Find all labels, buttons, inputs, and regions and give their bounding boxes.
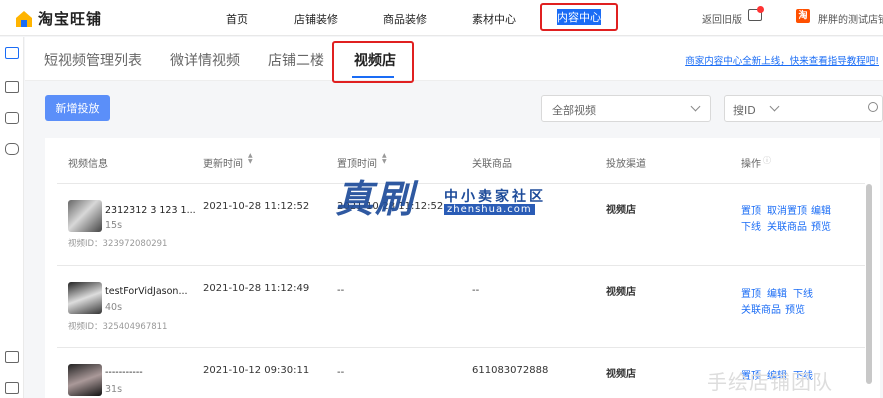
video-icon[interactable]: [5, 143, 19, 155]
video-thumbnail[interactable]: [68, 364, 102, 396]
preview-action[interactable]: 预览: [785, 301, 805, 316]
video-filter-select[interactable]: 全部视频: [541, 95, 711, 122]
grid-icon[interactable]: [5, 112, 19, 124]
tab-short-video-list[interactable]: 短视频管理列表: [44, 50, 142, 70]
video-duration: 15s: [105, 220, 123, 231]
logo[interactable]: 淘宝旺铺: [14, 8, 102, 29]
back-old-version-link[interactable]: 返回旧版: [702, 11, 742, 26]
watermark-sub: 中小卖家社区: [444, 189, 546, 205]
video-thumbnail[interactable]: [68, 200, 102, 232]
header-actions: 操作: [741, 159, 761, 170]
channel: 视频店: [606, 205, 636, 216]
chevron-down-icon: [769, 101, 780, 112]
pin-action[interactable]: 置顶: [741, 285, 761, 300]
search-icon[interactable]: [868, 102, 878, 112]
preview-action[interactable]: 预览: [811, 218, 831, 233]
active-tab-underline: [352, 76, 394, 78]
header-product: 关联商品: [472, 159, 512, 170]
video-duration: 40s: [105, 302, 123, 313]
search-type-select[interactable]: 搜ID: [733, 102, 756, 118]
tab-shop-second-floor[interactable]: 店铺二楼: [268, 50, 324, 70]
content-tabs: 短视频管理列表 微详情视频 店铺二楼 视频店 商家内容中心全新上线，快来查看指导…: [25, 37, 883, 83]
offline-action[interactable]: 下线: [793, 285, 813, 300]
update-time: 2021-10-28 11:12:52: [203, 201, 310, 212]
tab-micro-detail-video[interactable]: 微详情视频: [170, 50, 240, 70]
video-filter-value: 全部视频: [552, 104, 596, 117]
top-navbar: 淘宝旺铺 首页 店铺装修 商品装修 素材中心 内容中心 返回旧版 淘 胖胖的测试…: [0, 0, 883, 36]
channel: 视频店: [606, 287, 636, 298]
nav-material-center[interactable]: 素材中心: [472, 11, 516, 27]
taobao-icon: 淘: [796, 9, 810, 23]
nav-product-decoration[interactable]: 商品装修: [383, 11, 427, 27]
search-box: 搜ID: [724, 95, 883, 122]
house-logo-icon: [14, 9, 34, 29]
new-placement-button[interactable]: 新增投放: [45, 95, 110, 121]
table-scrollbar[interactable]: [866, 184, 872, 384]
edit-action[interactable]: 编辑: [767, 285, 787, 300]
product: 611083072888: [472, 365, 549, 376]
edit-action[interactable]: 编辑: [811, 202, 831, 217]
unpin-action[interactable]: 取消置顶: [767, 202, 807, 217]
link-product-action[interactable]: 关联商品: [741, 301, 781, 316]
pin-time: --: [337, 367, 345, 378]
video-table: 视频信息 更新时间 ▲ ▼ 置顶时间 ▲ ▼ 关联商品 投放渠道 操作 ⓘ 2312…: [45, 138, 880, 398]
watermark-main: 真刷: [335, 176, 416, 221]
pin-time: --: [337, 285, 345, 296]
watermark-corner: 手绘店铺团队: [707, 370, 833, 394]
pin-action[interactable]: 置顶: [741, 202, 761, 217]
offline-action[interactable]: 下线: [741, 218, 761, 233]
guide-link[interactable]: 商家内容中心全新上线，快来查看指导教程吧!: [685, 53, 879, 67]
help-icon[interactable]: ⓘ: [763, 155, 771, 166]
nav-shop-decoration[interactable]: 店铺装修: [294, 11, 338, 27]
monitor-icon[interactable]: [5, 47, 19, 59]
notification-dot: [757, 6, 764, 13]
update-time: 2021-10-28 11:12:49: [203, 283, 310, 294]
header-update-time[interactable]: 更新时间: [203, 155, 243, 170]
video-id: 视频ID：325404967811: [68, 322, 168, 332]
row-divider: [57, 183, 865, 184]
video-id: 视频ID：323972080291: [68, 239, 168, 249]
update-time: 2021-10-12 09:30:11: [203, 365, 310, 376]
nav-content-center-label: 内容中心: [557, 9, 601, 25]
video-title[interactable]: -----------: [105, 367, 143, 378]
header-channel: 投放渠道: [606, 159, 646, 170]
link-product-action[interactable]: 关联商品: [767, 218, 807, 233]
shop-name[interactable]: 胖胖的测试店铺: [818, 11, 883, 26]
header-video-info: 视频信息: [68, 159, 108, 170]
tab-video-store[interactable]: 视频店: [354, 50, 396, 70]
document-icon[interactable]: [5, 382, 19, 394]
sort-icon[interactable]: ▲ ▼: [248, 153, 253, 165]
row-divider: [57, 347, 865, 348]
edit-icon[interactable]: [5, 351, 19, 363]
video-duration: 31s: [105, 384, 123, 395]
sort-icon[interactable]: ▲ ▼: [382, 153, 387, 165]
channel: 视频店: [606, 369, 636, 380]
left-sidebar: [0, 37, 24, 398]
nav-home[interactable]: 首页: [226, 11, 248, 27]
search-input[interactable]: [790, 96, 860, 121]
product: --: [472, 285, 480, 296]
video-thumbnail[interactable]: [68, 282, 102, 314]
row-divider: [57, 265, 865, 266]
video-title[interactable]: 2312312 3 123 1...: [105, 205, 196, 216]
video-title[interactable]: testForVidJason...: [105, 286, 188, 297]
logo-text: 淘宝旺铺: [38, 10, 103, 28]
chart-icon[interactable]: [5, 81, 19, 93]
nav-content-center[interactable]: 内容中心: [540, 3, 618, 31]
watermark-url: zhenshua.com: [444, 204, 535, 215]
chevron-down-icon: [690, 101, 701, 112]
